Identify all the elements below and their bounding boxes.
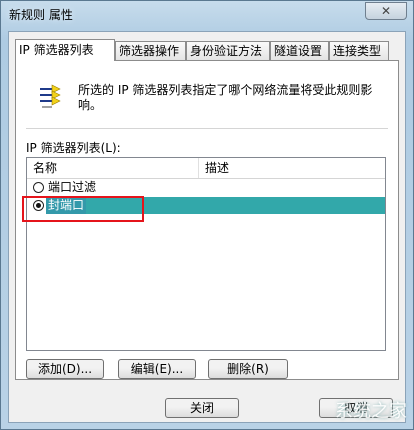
title-bar: 新规则 属性 ✕ <box>1 1 413 27</box>
filter-list-icon <box>40 84 61 108</box>
tab-ip-filter-list[interactable]: IP 筛选器列表 <box>15 39 115 61</box>
filter-list-label: IP 筛选器列表(L): <box>26 141 121 155</box>
close-button[interactable]: 关闭 <box>165 398 239 418</box>
watermark-logo: 系统之家 <box>335 401 407 422</box>
divider <box>26 128 388 129</box>
edit-button[interactable]: 编辑(E)... <box>118 359 196 379</box>
annotation-highlight-box <box>22 196 144 222</box>
tab-tunnel-setting[interactable]: 隧道设置 <box>270 41 329 60</box>
filter-listbox[interactable]: 名称 描述 端口过滤 封端口 <box>26 157 386 351</box>
radio-button[interactable] <box>33 182 44 193</box>
column-header-name[interactable]: 名称 <box>27 158 199 178</box>
description-text: 所选的 IP 筛选器列表指定了哪个网络流量将受此规则影响。 <box>78 83 373 112</box>
tab-connection-type[interactable]: 连接类型 <box>329 41 389 60</box>
list-item-label: 端口过滤 <box>48 180 97 194</box>
window-title: 新规则 属性 <box>9 8 73 22</box>
list-item[interactable]: 端口过滤 <box>27 179 385 196</box>
tab-filter-action[interactable]: 筛选器操作 <box>115 41 186 60</box>
close-icon: ✕ <box>380 4 392 18</box>
list-header: 名称 描述 <box>27 158 385 179</box>
dialog-client-area: IP 筛选器列表 筛选器操作 身份验证方法 隧道设置 连接类型 所选的 IP 筛… <box>8 31 406 423</box>
column-header-description[interactable]: 描述 <box>201 158 385 178</box>
close-window-button[interactable]: ✕ <box>365 2 407 20</box>
remove-button[interactable]: 删除(R) <box>208 359 288 379</box>
tab-authentication-methods[interactable]: 身份验证方法 <box>186 41 270 60</box>
add-button[interactable]: 添加(D)... <box>26 359 104 379</box>
properties-dialog: 新规则 属性 ✕ IP 筛选器列表 筛选器操作 身份验证方法 隧道设置 连接类型 <box>0 0 414 430</box>
